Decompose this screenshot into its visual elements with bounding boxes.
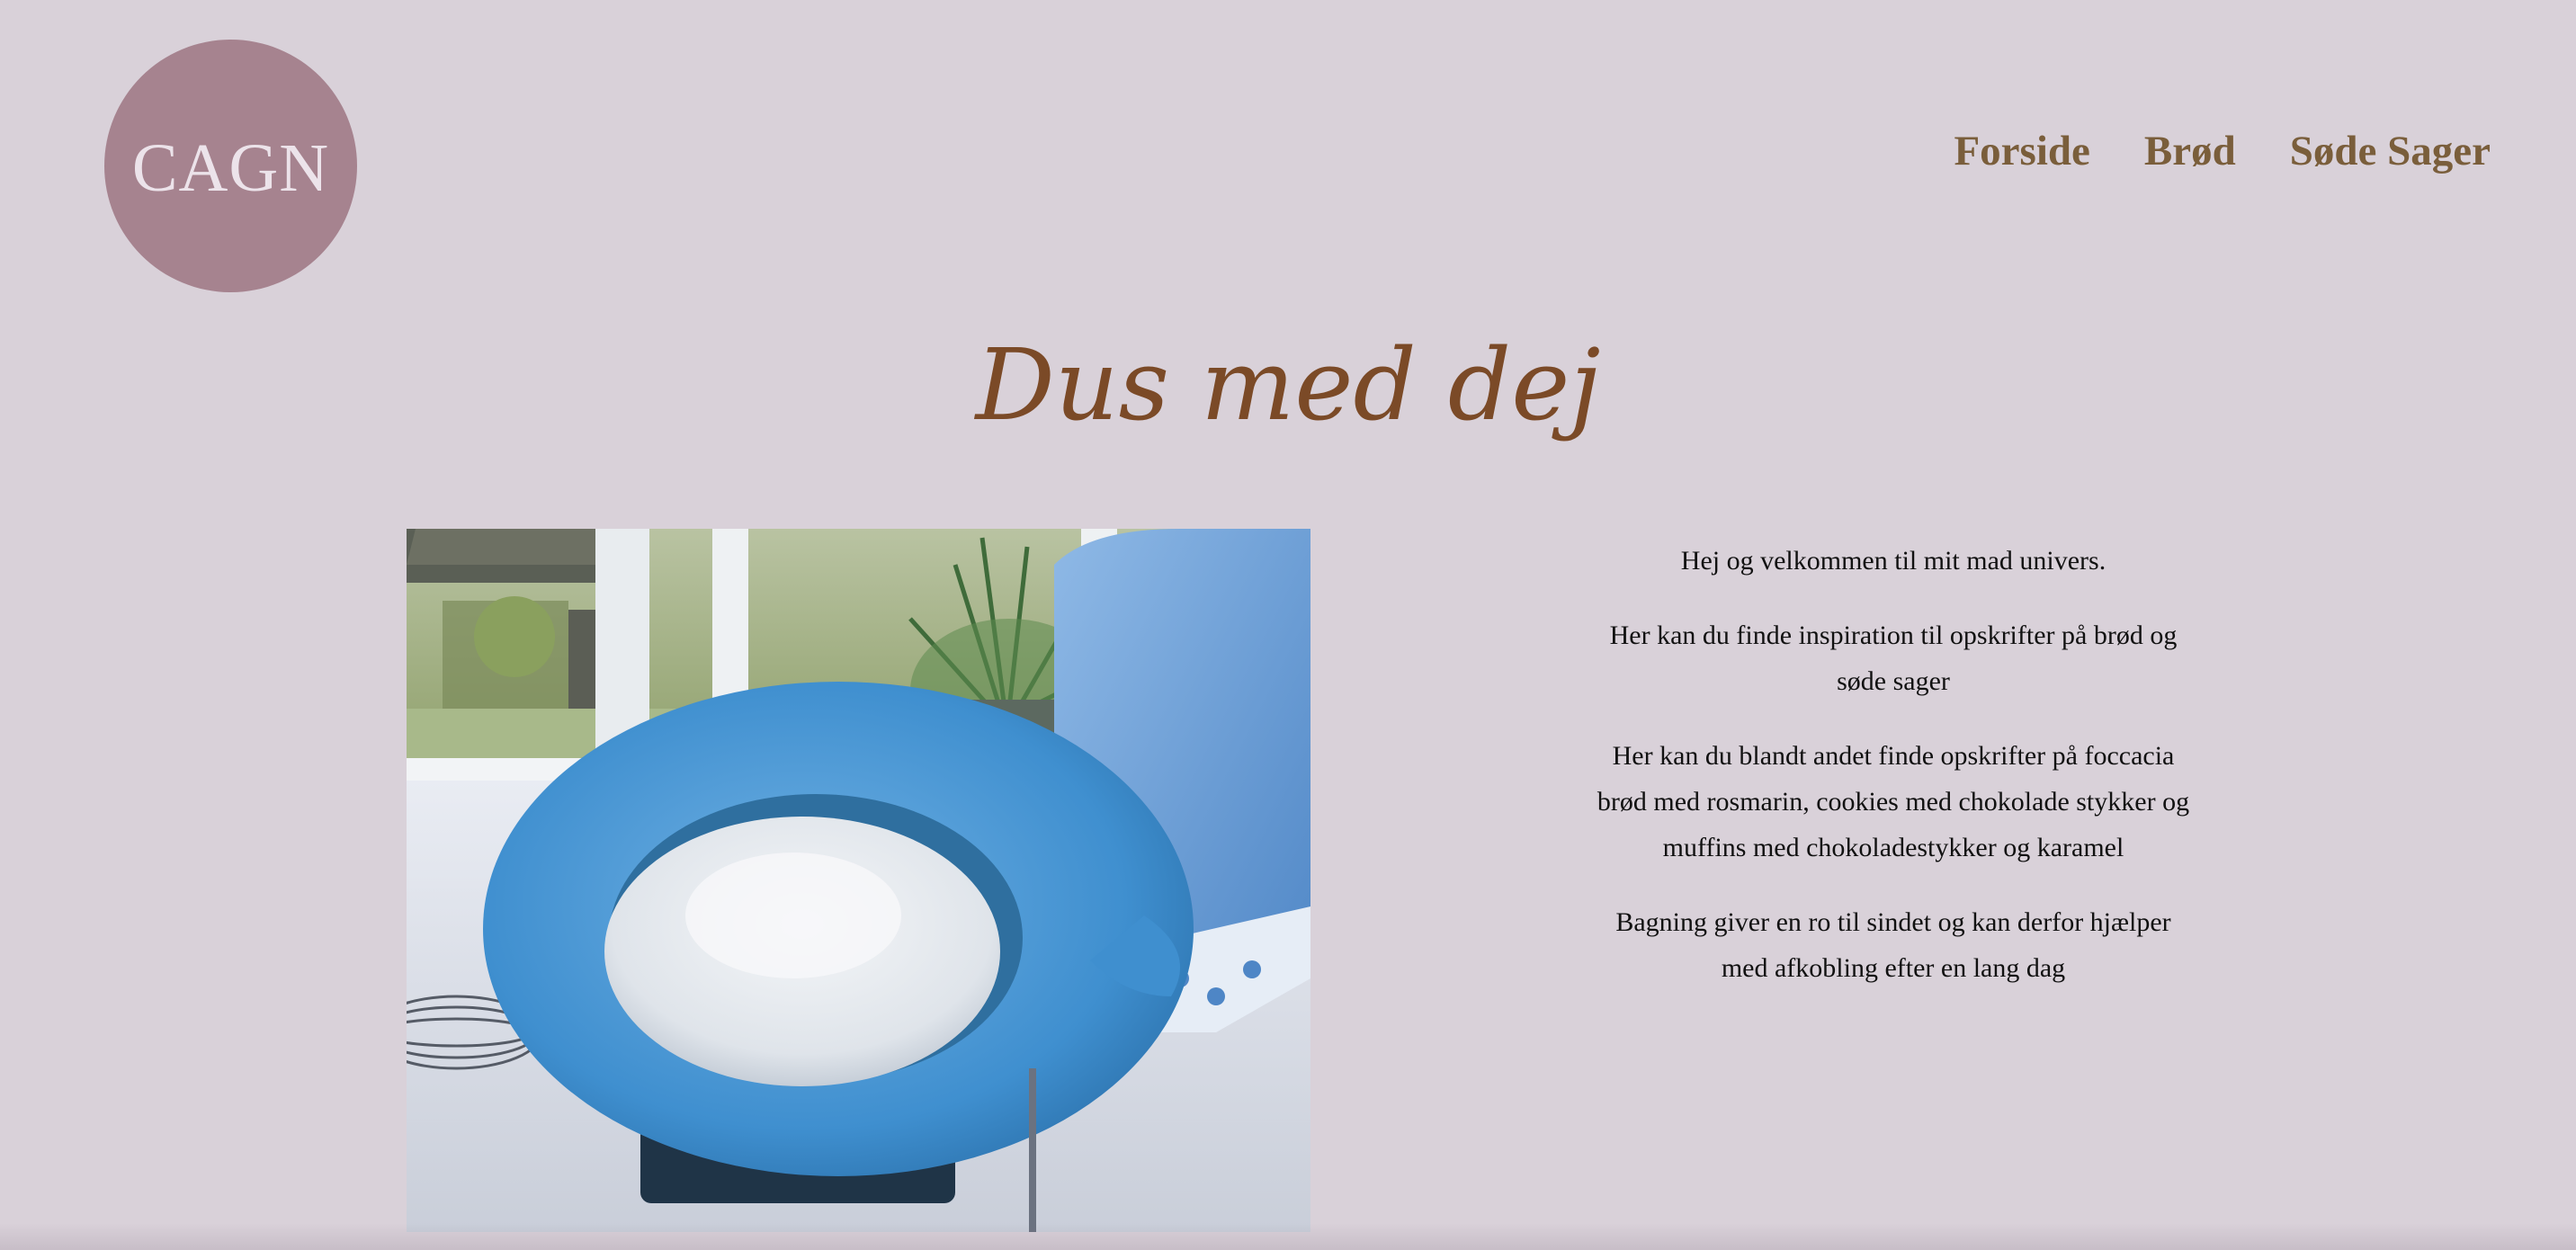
logo-text: CAGN <box>131 129 330 206</box>
site-header: CAGN Forside Brød Søde Sager <box>0 0 2576 306</box>
page-title: Dus med dej <box>975 327 1601 442</box>
hero-image <box>407 529 1310 1232</box>
intro-paragraph: Her kan du blandt andet finde opskrifter… <box>1597 741 2190 862</box>
intro-paragraph: Her kan du finde inspiration til opskrif… <box>1609 621 2178 696</box>
footer-shadow <box>0 1223 2576 1250</box>
intro-paragraph: Hej og velkommen til mit mad univers. <box>1680 546 2106 576</box>
baking-photo <box>407 529 1310 1232</box>
intro-paragraph: Bagning giver en ro til sindet og kan de… <box>1615 907 2171 983</box>
nav-link-brod[interactable]: Brød <box>2144 126 2236 176</box>
nav-link-forside[interactable]: Forside <box>1954 126 2089 176</box>
logo[interactable]: CAGN <box>104 40 357 292</box>
main-nav: Forside Brød Søde Sager <box>1954 126 2491 176</box>
intro-text: Hej og velkommen til mit mad univers. He… <box>1592 538 2195 1020</box>
nav-link-sode-sager[interactable]: Søde Sager <box>2290 126 2491 176</box>
